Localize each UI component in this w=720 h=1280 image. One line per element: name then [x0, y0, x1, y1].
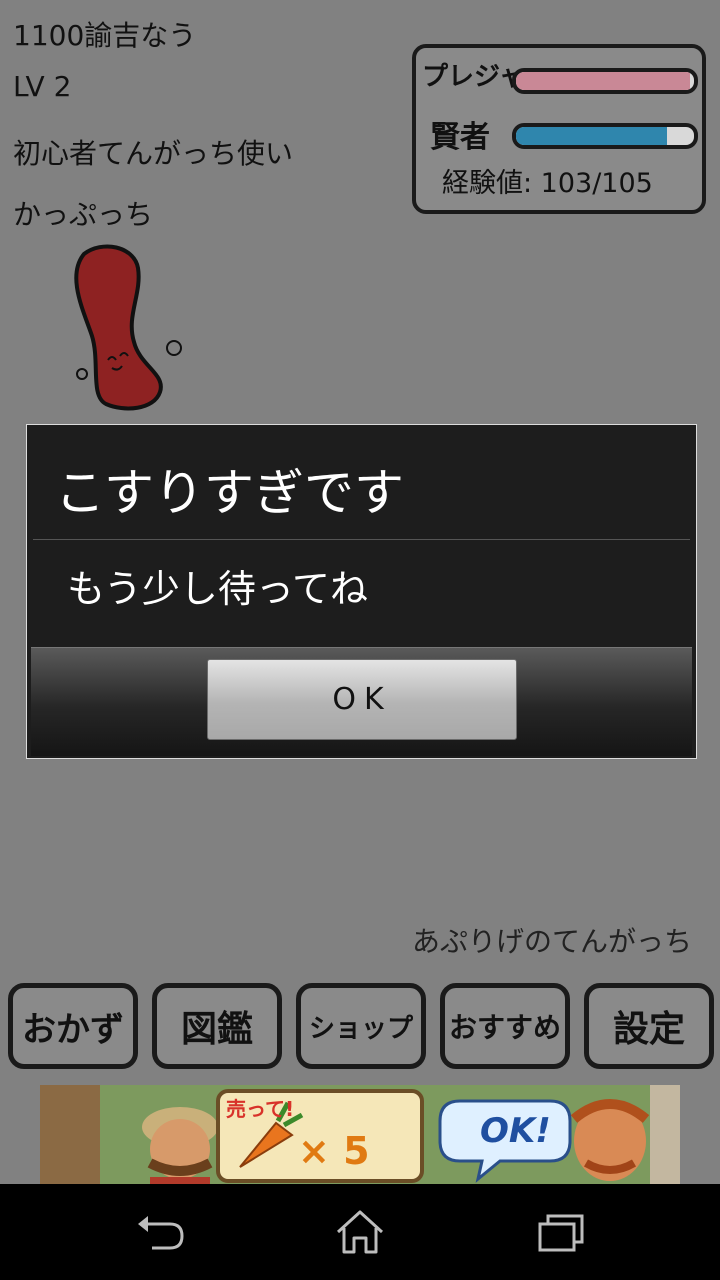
level-text: LV 2: [13, 70, 72, 103]
character-image[interactable]: [62, 242, 192, 422]
app-caption: あぷりげのてんがっち: [411, 925, 692, 958]
dialog-button-bar: OK: [31, 647, 692, 756]
osusume-button[interactable]: おすすめ: [440, 983, 570, 1069]
dialog-title: こすりすぎです: [55, 464, 404, 522]
profile-line: 1100諭吉なう: [13, 19, 197, 52]
experience-text: 経験値: 103/105: [442, 168, 653, 199]
ad-banner[interactable]: 売って! × 5 OK!: [40, 1085, 680, 1185]
ad-multiplier: × 5: [298, 1129, 370, 1173]
navigation-bar: [0, 1184, 720, 1280]
recents-icon[interactable]: [530, 1204, 590, 1260]
dialog-message: もう少し待ってね: [67, 567, 368, 611]
sage-gauge: [512, 123, 698, 149]
ad-sell-text: 売って!: [226, 1097, 295, 1121]
home-icon[interactable]: [330, 1204, 390, 1260]
sage-label: 賢者: [430, 120, 490, 155]
shop-button[interactable]: ショップ: [296, 983, 426, 1069]
sage-gauge-fill: [516, 127, 668, 145]
back-icon[interactable]: [130, 1204, 190, 1260]
status-panel: プレジャー 賢者 経験値: 103/105: [412, 44, 706, 214]
pleasure-gauge-fill: [516, 72, 691, 90]
alert-dialog: こすりすぎです もう少し待ってね OK: [26, 424, 697, 759]
item-name: かっぷっち: [13, 198, 154, 231]
okazu-button[interactable]: おかず: [8, 983, 138, 1069]
settei-button[interactable]: 設定: [584, 983, 714, 1069]
zukan-button[interactable]: 図鑑: [152, 983, 282, 1069]
ad-ok-text: OK!: [480, 1111, 551, 1151]
ok-button[interactable]: OK: [207, 659, 517, 740]
rank-title: 初心者てんがっち使い: [13, 137, 294, 170]
pleasure-gauge: [512, 68, 698, 94]
dialog-divider: [33, 539, 690, 540]
